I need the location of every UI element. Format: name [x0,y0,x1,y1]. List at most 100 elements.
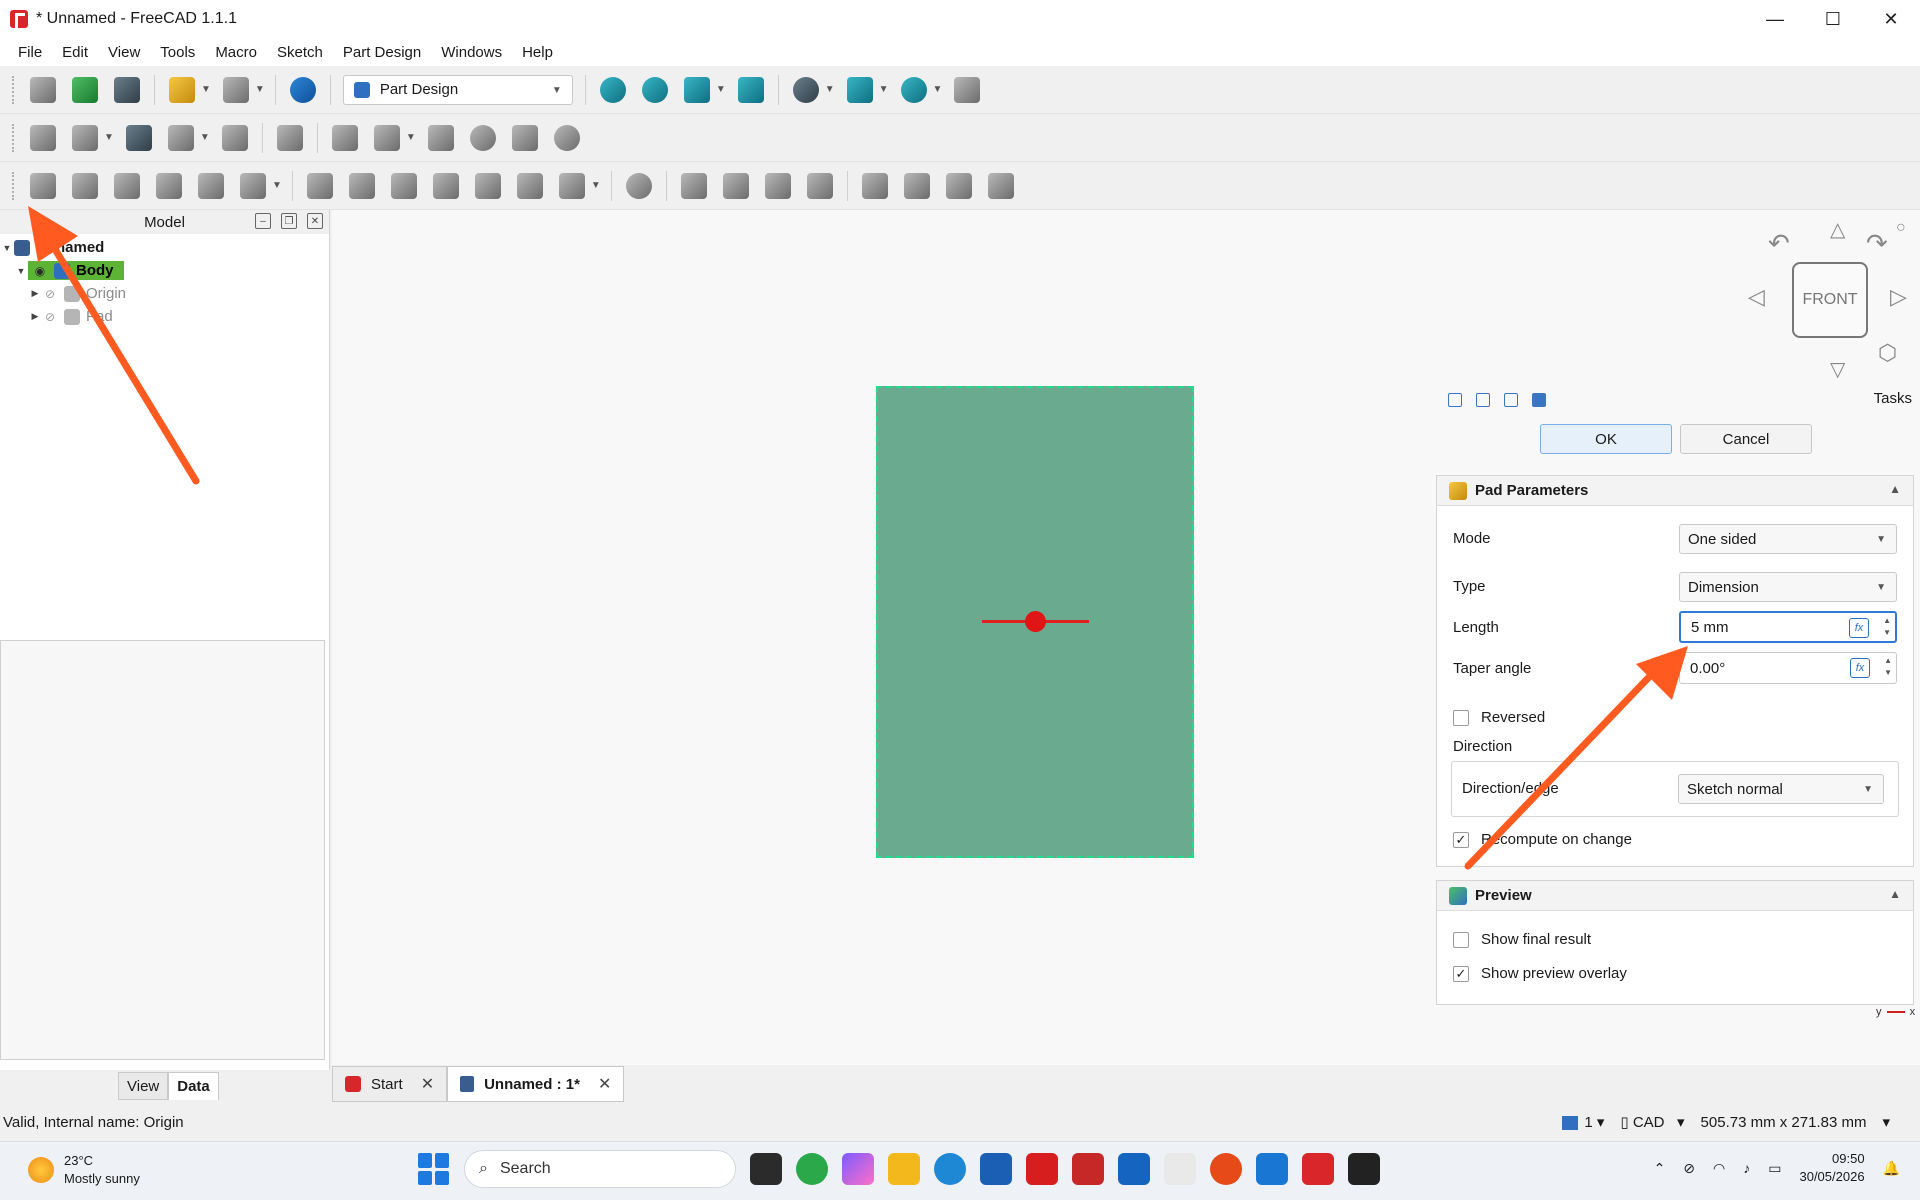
task-view-icon[interactable] [750,1153,782,1185]
clone-button[interactable] [370,121,404,155]
refresh-button[interactable] [286,73,320,107]
fit-all-button[interactable] [596,73,630,107]
menu-tools[interactable]: Tools [150,44,205,61]
subtractive-loft-button[interactable] [429,169,463,203]
view-menu-circle-icon[interactable]: ○ [1896,220,1906,236]
redo-button[interactable] [219,73,253,107]
draw-style-dropdown-icon[interactable]: ▼ [716,84,726,95]
l-app-icon[interactable] [1026,1153,1058,1185]
edge-icon[interactable] [934,1153,966,1185]
rotate-left-arrow-icon[interactable]: ↶ [1768,230,1790,256]
up-arrow-icon[interactable]: △ [1830,220,1845,240]
weather-widget[interactable]: 23°C Mostly sunny [28,1152,140,1188]
tree-expand-icon[interactable]: ▶ [28,288,42,299]
additive-primitive-button[interactable] [236,169,270,203]
tree-item-document[interactable]: ▼ Unnamed [0,236,329,259]
panel-layout-icon[interactable] [1448,393,1462,407]
length-input[interactable]: 5 mm fx ▲ ▼ [1679,611,1897,643]
panel-minimize-icon[interactable]: – [255,213,271,229]
spin-arrows-icon[interactable]: ▲ ▼ [1884,655,1892,679]
copilot-icon[interactable] [842,1153,874,1185]
outlook-icon[interactable] [1118,1153,1150,1185]
rotate-right-arrow-icon[interactable]: ↷ [1866,230,1888,256]
show-preview-overlay-box[interactable]: ✓ [1453,965,1469,982]
shape-binder-button[interactable] [328,121,362,155]
whats-this-button[interactable] [273,121,307,155]
left-arrow-icon[interactable]: ◁ [1748,286,1765,308]
expression-fx-icon[interactable]: fx [1849,618,1869,638]
additive-helix-button[interactable] [194,169,228,203]
undo-dropdown-icon[interactable]: ▼ [201,84,211,95]
menu-edit[interactable]: Edit [52,44,98,61]
toolbar-grip[interactable] [12,123,16,152]
down-arrow-icon[interactable]: ▽ [1830,360,1845,380]
groove-button[interactable] [387,169,421,203]
dimension-dropdown-icon[interactable]: ▾ [1882,1113,1890,1131]
show-preview-overlay-checkbox[interactable]: ✓ Show preview overlay [1453,965,1627,982]
redo-dropdown-icon[interactable]: ▼ [255,84,265,95]
draw-style-button[interactable] [680,73,714,107]
panel-settings-icon[interactable] [1504,393,1518,407]
tab-start[interactable]: Start ✕ [332,1066,448,1102]
chamfer-button[interactable] [719,169,753,203]
open-file-button[interactable] [68,73,102,107]
export-button[interactable] [164,121,198,155]
draft-button[interactable] [761,169,795,203]
maximize-button[interactable]: ☐ [1804,0,1862,38]
view-cube-small-icon[interactable]: ⬡ [1878,342,1897,364]
polar-pattern-button[interactable] [942,169,976,203]
measure-button[interactable] [897,73,931,107]
expression-fx-icon[interactable]: fx [1850,658,1870,678]
standard-views-button[interactable] [843,73,877,107]
slack-icon[interactable] [1164,1153,1196,1185]
create-part-button[interactable] [122,121,156,155]
validate-sketch-button[interactable] [550,121,584,155]
subtractive-helix-button[interactable] [513,169,547,203]
clock[interactable]: 09:50 30/05/2026 [1799,1150,1864,1186]
cancel-button[interactable]: Cancel [1680,424,1812,454]
windows-start-icon[interactable] [418,1153,450,1185]
menu-macro[interactable]: Macro [205,44,267,61]
subtractive-primitive-button[interactable] [555,169,589,203]
tree-expand-icon[interactable]: ▼ [0,243,14,253]
tree-item-pad[interactable]: ▶ ⊘ Pad [0,305,329,328]
menu-part-design[interactable]: Part Design [333,44,431,61]
page-indicator[interactable]: 1 ▾ [1562,1113,1604,1131]
volume-icon[interactable]: ♪ [1743,1160,1750,1176]
tasks-label[interactable]: Tasks [1874,390,1912,407]
menu-view[interactable]: View [98,44,150,61]
panel-eye-icon[interactable] [1532,393,1546,407]
chrome-icon[interactable] [796,1153,828,1185]
reversed-checkbox[interactable]: Reversed [1453,709,1545,726]
menu-windows[interactable]: Windows [431,44,512,61]
vscode-icon[interactable] [1256,1153,1288,1185]
chrome-profile-icon[interactable] [1210,1153,1242,1185]
thickness-button[interactable] [803,169,837,203]
collapse-up-icon[interactable]: ▲ [1889,887,1901,901]
bounding-box-button[interactable] [734,73,768,107]
pocket-button[interactable] [303,169,337,203]
additive-pipe-button[interactable] [152,169,186,203]
wifi-icon[interactable]: ◠ [1713,1160,1725,1177]
undo-button[interactable] [165,73,199,107]
hidden-eye-icon[interactable]: ⊘ [42,287,58,301]
property-view[interactable] [0,640,325,1060]
menu-file[interactable]: File [8,44,52,61]
battery-icon[interactable]: ▭ [1768,1160,1781,1177]
recompute-checkbox[interactable]: ✓ Recompute on change [1453,831,1632,848]
minimize-button[interactable]: — [1746,0,1804,38]
panel-close-icon[interactable]: ✕ [307,213,323,229]
workbench-selector[interactable]: Part Design ▼ [342,74,573,105]
reversed-checkbox-box[interactable] [1453,709,1469,726]
sketch-origin-point[interactable] [1025,611,1046,632]
panel-split-icon[interactable] [1476,393,1490,407]
show-final-result-box[interactable] [1453,931,1469,948]
pdf-app-icon[interactable] [1072,1153,1104,1185]
person-button[interactable] [466,121,500,155]
close-button[interactable]: ✕ [1862,0,1920,38]
boolean-button[interactable] [622,169,656,203]
taper-angle-input[interactable]: 0.00° fx ▲ ▼ [1679,652,1897,684]
datum-button[interactable] [68,121,102,155]
preview-header[interactable]: Preview ▲ [1437,881,1913,911]
tray-overflow-icon[interactable]: ⌃ [1654,1160,1666,1177]
